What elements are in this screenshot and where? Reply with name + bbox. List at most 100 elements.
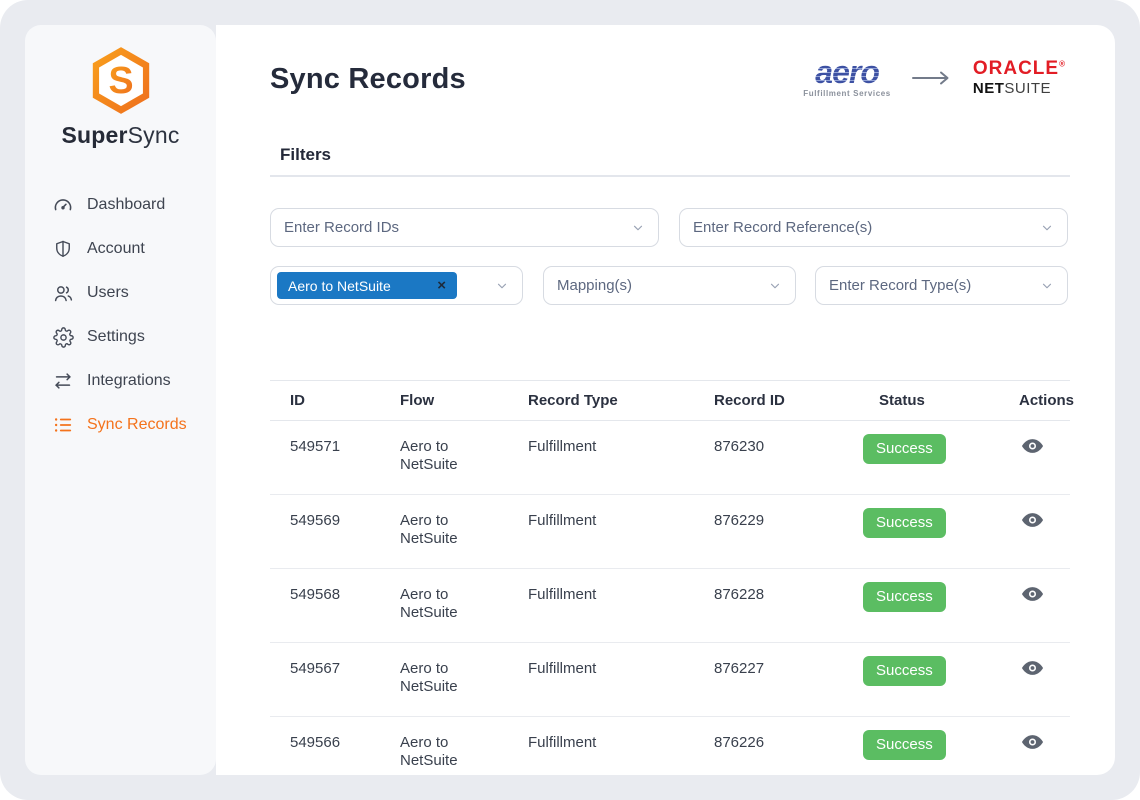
view-record-button[interactable] — [1019, 732, 1046, 755]
sidebar-item-users[interactable]: Users — [25, 271, 216, 315]
netsuite-wordmark: NETSUITE — [973, 80, 1066, 97]
eye-icon — [1021, 438, 1044, 454]
sidebar-item-settings[interactable]: Settings — [25, 315, 216, 359]
cell-id: 549568 — [270, 569, 380, 604]
status-badge: Success — [863, 508, 946, 538]
cell-status: Success — [859, 495, 999, 538]
swap-arrows-icon — [52, 370, 74, 392]
cell-record-type: Fulfillment — [508, 717, 694, 752]
list-icon — [52, 414, 74, 436]
sidebar-item-label: Users — [87, 284, 129, 302]
chevron-down-icon — [1040, 279, 1054, 293]
sidebar-item-label: Sync Records — [87, 416, 187, 434]
main-content: Sync Records aero Fulfillment Services O… — [216, 25, 1115, 775]
cell-record-type: Fulfillment — [508, 569, 694, 604]
chevron-down-icon — [1040, 221, 1054, 235]
table-row: 549568 Aero to NetSuite Fulfillment 8762… — [270, 569, 1070, 643]
cell-record-type: Fulfillment — [508, 421, 694, 456]
users-icon — [52, 282, 74, 304]
brand-name-bold: Super — [61, 122, 127, 148]
aero-tagline: Fulfillment Services — [803, 89, 891, 98]
column-header-flow: Flow — [380, 392, 508, 409]
table-row: 549569 Aero to NetSuite Fulfillment 8762… — [270, 495, 1070, 569]
table-header-row: ID Flow Record Type Record ID Status Act… — [270, 380, 1070, 421]
eye-icon — [1021, 512, 1044, 528]
brand-name: SuperSync — [61, 122, 179, 149]
cell-status: Success — [859, 421, 999, 464]
chevron-down-icon — [631, 221, 645, 235]
gauge-icon — [52, 194, 74, 216]
table-row: 549567 Aero to NetSuite Fulfillment 8762… — [270, 643, 1070, 717]
sidebar-item-sync-records[interactable]: Sync Records — [25, 403, 216, 447]
brand-block: S SuperSync — [25, 25, 216, 149]
cell-actions — [999, 495, 1070, 533]
cell-flow: Aero to NetSuite — [380, 569, 508, 623]
aero-logo: aero Fulfillment Services — [803, 57, 891, 98]
status-badge: Success — [863, 434, 946, 464]
flows-select[interactable]: Aero to NetSuite × — [270, 266, 523, 305]
cell-status: Success — [859, 717, 999, 760]
cell-actions — [999, 717, 1070, 755]
sync-records-table: ID Flow Record Type Record ID Status Act… — [270, 380, 1070, 775]
flow-tag-label: Aero to NetSuite — [288, 278, 391, 294]
aero-wordmark: aero — [815, 57, 879, 87]
cell-record-id: 876227 — [694, 643, 859, 678]
cell-flow: Aero to NetSuite — [380, 717, 508, 771]
page-title: Sync Records — [270, 63, 466, 96]
eye-icon — [1021, 586, 1044, 602]
column-header-record-id: Record ID — [694, 392, 859, 409]
sidebar-nav: Dashboard Account Users — [25, 183, 216, 447]
remove-tag-icon[interactable]: × — [437, 277, 446, 294]
cell-record-id: 876229 — [694, 495, 859, 530]
cell-record-type: Fulfillment — [508, 495, 694, 530]
cell-actions — [999, 643, 1070, 681]
sidebar-item-dashboard[interactable]: Dashboard — [25, 183, 216, 227]
sidebar-item-label: Settings — [87, 328, 145, 346]
cell-actions — [999, 421, 1070, 459]
table-body: 549571 Aero to NetSuite Fulfillment 8762… — [270, 421, 1070, 775]
supersync-logo-icon: S — [89, 45, 153, 116]
view-record-button[interactable] — [1019, 436, 1046, 459]
cell-id: 549571 — [270, 421, 380, 456]
record-ids-placeholder: Enter Record IDs — [284, 219, 631, 236]
view-record-button[interactable] — [1019, 510, 1046, 533]
cell-flow: Aero to NetSuite — [380, 421, 508, 475]
cell-id: 549566 — [270, 717, 380, 752]
record-types-select[interactable]: Enter Record Type(s) — [815, 266, 1068, 305]
filters-heading: Filters — [280, 145, 331, 165]
view-record-button[interactable] — [1019, 584, 1046, 607]
connector-logos: aero Fulfillment Services ORACLE® NETSUI… — [803, 57, 1066, 98]
sidebar-item-account[interactable]: Account — [25, 227, 216, 271]
app-window: S SuperSync Dashboard Account — [0, 0, 1140, 800]
cell-id: 549569 — [270, 495, 380, 530]
arrow-right-icon — [911, 69, 953, 87]
cell-record-id: 876230 — [694, 421, 859, 456]
status-badge: Success — [863, 582, 946, 612]
cell-record-type: Fulfillment — [508, 643, 694, 678]
chevron-down-icon — [768, 279, 782, 293]
record-types-placeholder: Enter Record Type(s) — [829, 277, 1040, 294]
mappings-select[interactable]: Mapping(s) — [543, 266, 796, 305]
column-header-actions: Actions — [999, 392, 1084, 409]
record-ids-select[interactable]: Enter Record IDs — [270, 208, 659, 247]
view-record-button[interactable] — [1019, 658, 1046, 681]
chevron-down-icon — [495, 279, 509, 293]
filters-divider — [270, 175, 1070, 177]
gear-icon — [52, 326, 74, 348]
column-header-id: ID — [270, 392, 380, 409]
svg-text:S: S — [108, 59, 133, 101]
brand-name-light: Sync — [128, 122, 180, 148]
flow-tag: Aero to NetSuite × — [277, 272, 457, 299]
oracle-wordmark: ORACLE® — [973, 58, 1066, 80]
cell-record-id: 876226 — [694, 717, 859, 752]
record-references-select[interactable]: Enter Record Reference(s) — [679, 208, 1068, 247]
mappings-placeholder: Mapping(s) — [557, 277, 768, 294]
table-row: 549571 Aero to NetSuite Fulfillment 8762… — [270, 421, 1070, 495]
sidebar-item-label: Dashboard — [87, 196, 165, 214]
record-references-placeholder: Enter Record Reference(s) — [693, 219, 1040, 236]
eye-icon — [1021, 734, 1044, 750]
status-badge: Success — [863, 656, 946, 686]
cell-flow: Aero to NetSuite — [380, 643, 508, 697]
sidebar-item-label: Account — [87, 240, 145, 258]
sidebar-item-integrations[interactable]: Integrations — [25, 359, 216, 403]
